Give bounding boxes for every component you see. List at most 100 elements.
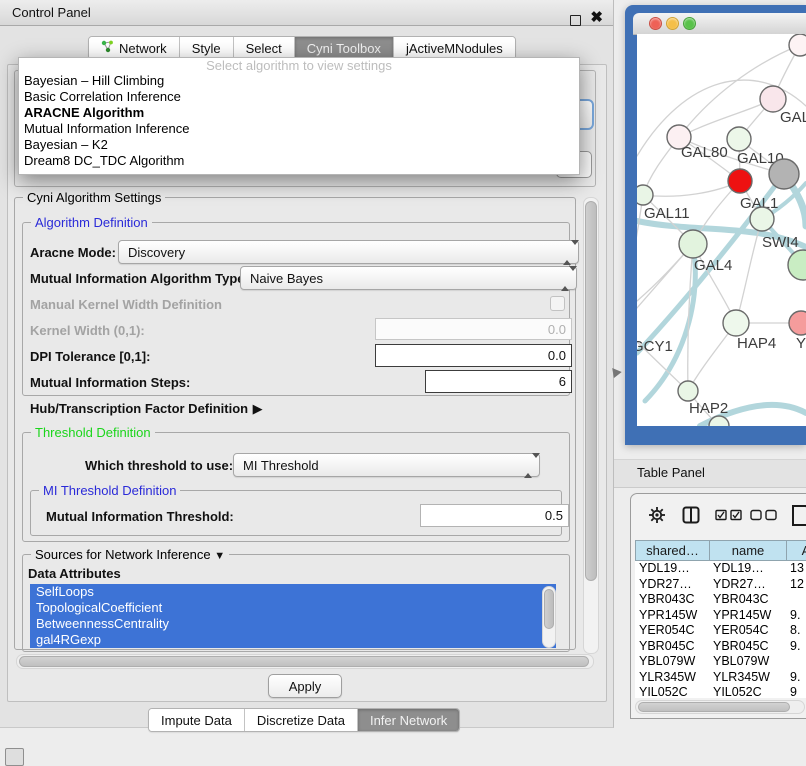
manual-kernel-checkbox[interactable]: [550, 296, 565, 311]
table-column-header[interactable]: A: [786, 540, 806, 561]
collapsed-panel-icon[interactable]: [5, 748, 24, 766]
close-icon[interactable]: ✖: [590, 9, 603, 27]
network-window-titlebar[interactable]: [633, 13, 806, 35]
apply-button[interactable]: Apply: [268, 674, 342, 698]
kernel-width-field[interactable]: 0.0: [375, 318, 572, 340]
hub-definition-toggle[interactable]: Hub/Transcription Factor Definition ▶: [30, 400, 263, 418]
table-cell[interactable]: YER054C: [635, 623, 709, 639]
close-traffic-light[interactable]: [650, 18, 661, 29]
bottom-tab-impute-data[interactable]: Impute Data: [149, 709, 245, 731]
table-cell[interactable]: YDL19…: [709, 561, 786, 577]
bottom-tab-discretize-data[interactable]: Discretize Data: [245, 709, 358, 731]
tab-cyni-toolbox[interactable]: Cyni Toolbox: [295, 37, 394, 59]
tab-style[interactable]: Style: [180, 37, 234, 59]
table-row[interactable]: YIL052CYIL052C9: [635, 685, 806, 698]
select-all-icon[interactable]: [715, 509, 743, 521]
network-canvas[interactable]: GALGAL80GAL10GAL1GAL11SWI4GAL4HAP4YGCY1H…: [637, 34, 806, 426]
mi-type-combobox[interactable]: Naive Bayes: [240, 266, 577, 290]
algorithm-option[interactable]: Bayesian – Hill Climbing: [19, 73, 579, 89]
table-cell[interactable]: 13: [786, 561, 806, 577]
algorithm-option[interactable]: Dream8 DC_TDC Algorithm: [19, 153, 579, 169]
columns-icon[interactable]: [681, 505, 701, 525]
table-cell[interactable]: YDL19…: [635, 561, 709, 577]
table-cell[interactable]: 9.: [786, 608, 806, 624]
table-cell[interactable]: [786, 592, 806, 608]
table-cell[interactable]: YBL079W: [709, 654, 786, 670]
table-row[interactable]: YBR043CYBR043C: [635, 592, 806, 608]
table-cell[interactable]: YPR145W: [635, 608, 709, 624]
dpi-tolerance-field[interactable]: 0.0: [375, 344, 572, 367]
gear-icon[interactable]: [647, 505, 667, 525]
network-edge[interactable]: [637, 244, 693, 326]
network-node-hap4[interactable]: [723, 310, 749, 336]
table-row[interactable]: YER054CYER054C8.: [635, 623, 806, 639]
table-cell[interactable]: YLR345W: [635, 670, 709, 686]
network-edge[interactable]: [643, 181, 740, 196]
attribute-list-item[interactable]: gal4RGexp: [30, 632, 556, 648]
settings-vertical-scrollbar[interactable]: [583, 197, 599, 654]
algorithm-option[interactable]: Bayesian – K2: [19, 137, 579, 153]
attribute-list-item[interactable]: TopologicalCoefficient: [30, 600, 556, 616]
table-cell[interactable]: YIL052C: [635, 685, 709, 698]
table-row[interactable]: YLR345WYLR345W9.: [635, 670, 806, 686]
table-icon[interactable]: [791, 503, 806, 527]
float-icon[interactable]: [570, 15, 581, 26]
algorithm-option[interactable]: ARACNE Algorithm: [19, 105, 579, 121]
table-cell[interactable]: YDR27…: [709, 577, 786, 593]
table-cell[interactable]: 8.: [786, 623, 806, 639]
table-cell[interactable]: YBR043C: [635, 592, 709, 608]
network-node-gal10[interactable]: [727, 127, 751, 151]
table-column-header[interactable]: name: [709, 540, 786, 561]
table-row[interactable]: YBR045CYBR045C9.: [635, 639, 806, 655]
table-cell[interactable]: YIL052C: [709, 685, 786, 698]
control-panel-title: Control Panel: [12, 5, 91, 20]
attribute-list-item[interactable]: BetweennessCentrality: [30, 616, 556, 632]
table-cell[interactable]: 12: [786, 577, 806, 593]
minimize-traffic-light[interactable]: [667, 18, 678, 29]
table-row[interactable]: YPR145WYPR145W9.: [635, 608, 806, 624]
network-node-y[interactable]: [789, 311, 806, 335]
table-cell[interactable]: [786, 654, 806, 670]
table-row[interactable]: YDL19…YDL19…13: [635, 561, 806, 577]
table-cell[interactable]: 9.: [786, 639, 806, 655]
network-node[interactable]: [789, 34, 806, 56]
network-node[interactable]: [788, 250, 806, 280]
table-cell[interactable]: YBL079W: [635, 654, 709, 670]
deselect-all-icon[interactable]: [750, 509, 778, 521]
table-cell[interactable]: YBR043C: [709, 592, 786, 608]
network-node-swi4[interactable]: [750, 207, 774, 231]
table-row[interactable]: YBL079WYBL079W: [635, 654, 806, 670]
attributes-list-scrollbar[interactable]: [542, 586, 556, 648]
tab-select[interactable]: Select: [234, 37, 295, 59]
table-cell[interactable]: 9: [786, 685, 806, 698]
bottom-tab-infer-network[interactable]: Infer Network: [358, 709, 459, 731]
mi-steps-field[interactable]: 6: [425, 370, 572, 393]
aracne-mode-combobox[interactable]: Discovery: [118, 240, 579, 264]
table-cell[interactable]: YLR345W: [709, 670, 786, 686]
data-attributes-list[interactable]: SelfLoopsTopologicalCoefficientBetweenne…: [30, 584, 556, 648]
algorithm-option[interactable]: Basic Correlation Inference: [19, 89, 579, 105]
network-node[interactable]: [769, 159, 799, 189]
zoom-traffic-light[interactable]: [684, 18, 695, 29]
table-cell[interactable]: YPR145W: [709, 608, 786, 624]
table-cell[interactable]: 9.: [786, 670, 806, 686]
table-cell[interactable]: YDR27…: [635, 577, 709, 593]
network-node-gal1[interactable]: [728, 169, 752, 193]
network-node-gal4[interactable]: [679, 230, 707, 258]
algorithm-option[interactable]: Mutual Information Inference: [19, 121, 579, 137]
settings-horizontal-scrollbar[interactable]: [16, 654, 594, 669]
table-cell[interactable]: YER054C: [709, 623, 786, 639]
tab-network[interactable]: Network: [89, 37, 180, 59]
mi-threshold-field[interactable]: 0.5: [420, 504, 569, 527]
table-row[interactable]: YDR27…YDR27…12: [635, 577, 806, 593]
network-node-gal11[interactable]: [637, 185, 653, 205]
network-node-hap2[interactable]: [678, 381, 698, 401]
table-cell[interactable]: YBR045C: [709, 639, 786, 655]
tab-jactivemnodules[interactable]: jActiveMNodules: [394, 37, 515, 59]
network-edge[interactable]: [679, 99, 773, 137]
which-threshold-combobox[interactable]: MI Threshold: [233, 453, 540, 477]
table-cell[interactable]: YBR045C: [635, 639, 709, 655]
table-horizontal-scrollbar[interactable]: [635, 700, 805, 714]
table-column-header[interactable]: shared…: [635, 540, 709, 561]
attribute-list-item[interactable]: SelfLoops: [30, 584, 556, 600]
